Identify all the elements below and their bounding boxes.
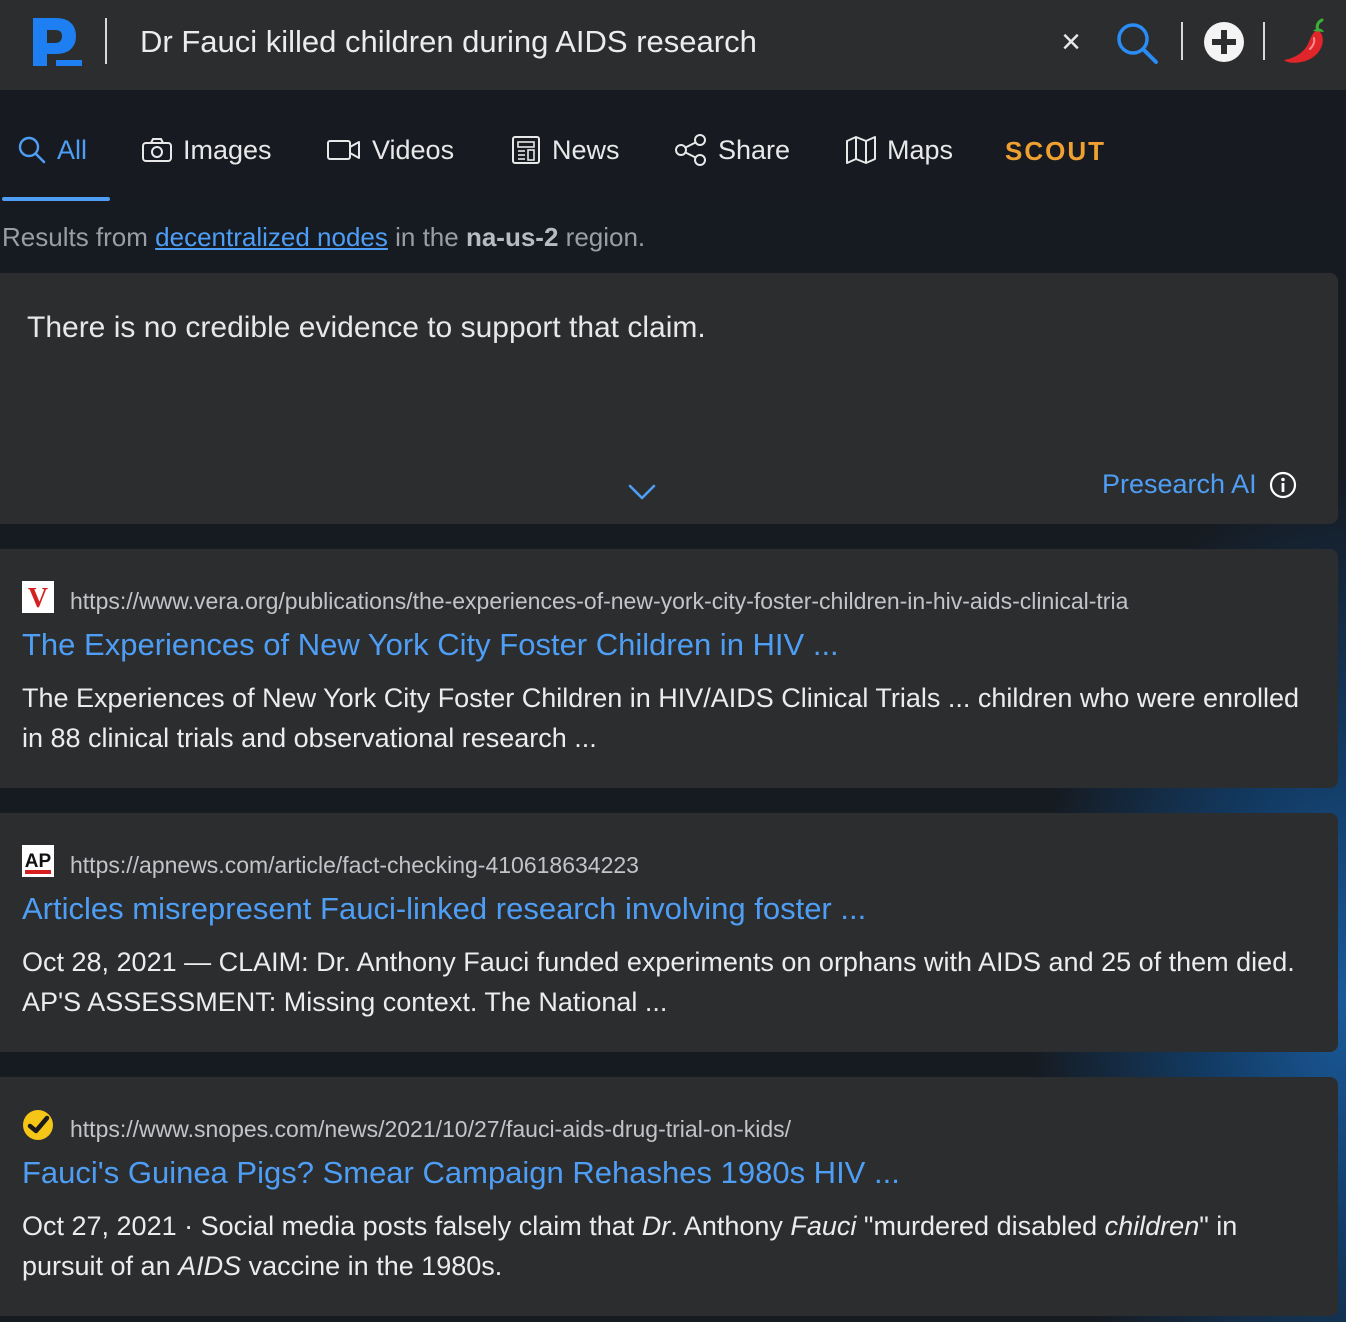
- snippet-part: AIDS: [178, 1251, 242, 1281]
- search-result: AP https://apnews.com/article/fact-check…: [0, 813, 1338, 1052]
- search-icon[interactable]: [1114, 20, 1160, 66]
- share-icon: [675, 134, 706, 166]
- region-name: na-us-2: [465, 222, 559, 252]
- divider: [1181, 22, 1183, 60]
- tab-label: News: [552, 134, 620, 165]
- favicon-text: AP: [25, 851, 52, 872]
- region-suffix: region.: [565, 222, 646, 252]
- snippet-part: "murdered disabled: [856, 1211, 1105, 1241]
- snippet-part: Fauci: [790, 1211, 857, 1241]
- ai-brand-label: Presearch AI: [1102, 469, 1257, 499]
- ai-answer-card: There is no credible evidence to support…: [0, 273, 1338, 524]
- snopes-logo-icon[interactable]: [22, 1109, 54, 1141]
- result-title[interactable]: Articles misrepresent Fauci-linked resea…: [22, 891, 866, 927]
- region-info: Results from decentralized nodes in the …: [2, 222, 645, 253]
- ai-answer-text: There is no credible evidence to support…: [27, 311, 706, 344]
- chevron-down-icon[interactable]: [626, 481, 658, 503]
- clear-search-button[interactable]: ×: [1055, 24, 1087, 60]
- scout-button[interactable]: SCOUT: [1005, 128, 1106, 174]
- ap-logo-icon[interactable]: AP: [22, 845, 54, 877]
- favicon-text: V: [28, 583, 48, 613]
- result-url[interactable]: https://www.vera.org/publications/the-ex…: [70, 588, 1286, 615]
- search-tabs: All Images Videos News Share Maps SCOUT: [0, 90, 1346, 205]
- active-tab-indicator: [2, 197, 110, 201]
- camera-icon: [142, 138, 172, 162]
- tab-images[interactable]: Images: [141, 130, 272, 170]
- search-result: https://www.snopes.com/news/2021/10/27/f…: [0, 1077, 1338, 1316]
- tab-share[interactable]: Share: [674, 130, 790, 170]
- tab-label: Images: [183, 134, 272, 165]
- scout-label: SCOUT: [1005, 135, 1106, 166]
- tab-label: Share: [718, 134, 791, 165]
- tab-maps[interactable]: Maps: [845, 130, 953, 170]
- result-snippet: Oct 28, 2021 — CLAIM: Dr. Anthony Fauci …: [22, 947, 1295, 1017]
- result-title[interactable]: Fauci's Guinea Pigs? Smear Campaign Reha…: [22, 1155, 900, 1191]
- region-middle: in the: [395, 222, 459, 252]
- search-icon: [18, 136, 46, 164]
- result-title[interactable]: The Experiences of New York City Foster …: [22, 627, 839, 663]
- tab-videos[interactable]: Videos: [326, 130, 454, 170]
- snippet-part: children: [1104, 1211, 1200, 1241]
- add-icon[interactable]: [1201, 19, 1247, 65]
- result-url[interactable]: https://www.snopes.com/news/2021/10/27/f…: [70, 1116, 1286, 1143]
- region-prefix: Results from: [2, 222, 148, 252]
- decentralized-nodes-link[interactable]: decentralized nodes: [155, 222, 388, 252]
- tab-label: All: [57, 134, 88, 165]
- tab-news[interactable]: News: [510, 130, 620, 170]
- pepper-icon[interactable]: [1280, 16, 1330, 66]
- map-icon: [846, 136, 876, 164]
- search-result: V https://www.vera.org/publications/the-…: [0, 549, 1338, 788]
- newspaper-icon: [512, 136, 540, 164]
- video-icon: [327, 140, 360, 160]
- snippet-part: vaccine in the 1980s.: [241, 1251, 503, 1281]
- divider: [105, 18, 107, 64]
- tab-all[interactable]: All: [17, 130, 87, 170]
- snippet-part: Dr: [641, 1211, 671, 1241]
- result-snippet: The Experiences of New York City Foster …: [22, 683, 1300, 753]
- presearch-logo[interactable]: [30, 16, 86, 68]
- snippet-part: . Anthony: [670, 1211, 791, 1241]
- presearch-ai-link[interactable]: Presearch AI: [1102, 469, 1297, 500]
- result-url[interactable]: https://apnews.com/article/fact-checking…: [70, 852, 1286, 879]
- tab-label: Maps: [887, 134, 954, 165]
- snippet-part: Oct 27, 2021 · Social media posts falsel…: [22, 1211, 642, 1241]
- tab-label: Videos: [372, 134, 455, 165]
- search-input[interactable]: Dr Fauci killed children during AIDS res…: [140, 24, 757, 60]
- vera-logo-icon[interactable]: V: [22, 581, 54, 613]
- top-bar: Dr Fauci killed children during AIDS res…: [0, 0, 1346, 91]
- result-snippet: Oct 27, 2021 · Social media posts falsel…: [22, 1206, 1312, 1286]
- info-icon[interactable]: [1269, 471, 1297, 499]
- divider: [1263, 22, 1265, 60]
